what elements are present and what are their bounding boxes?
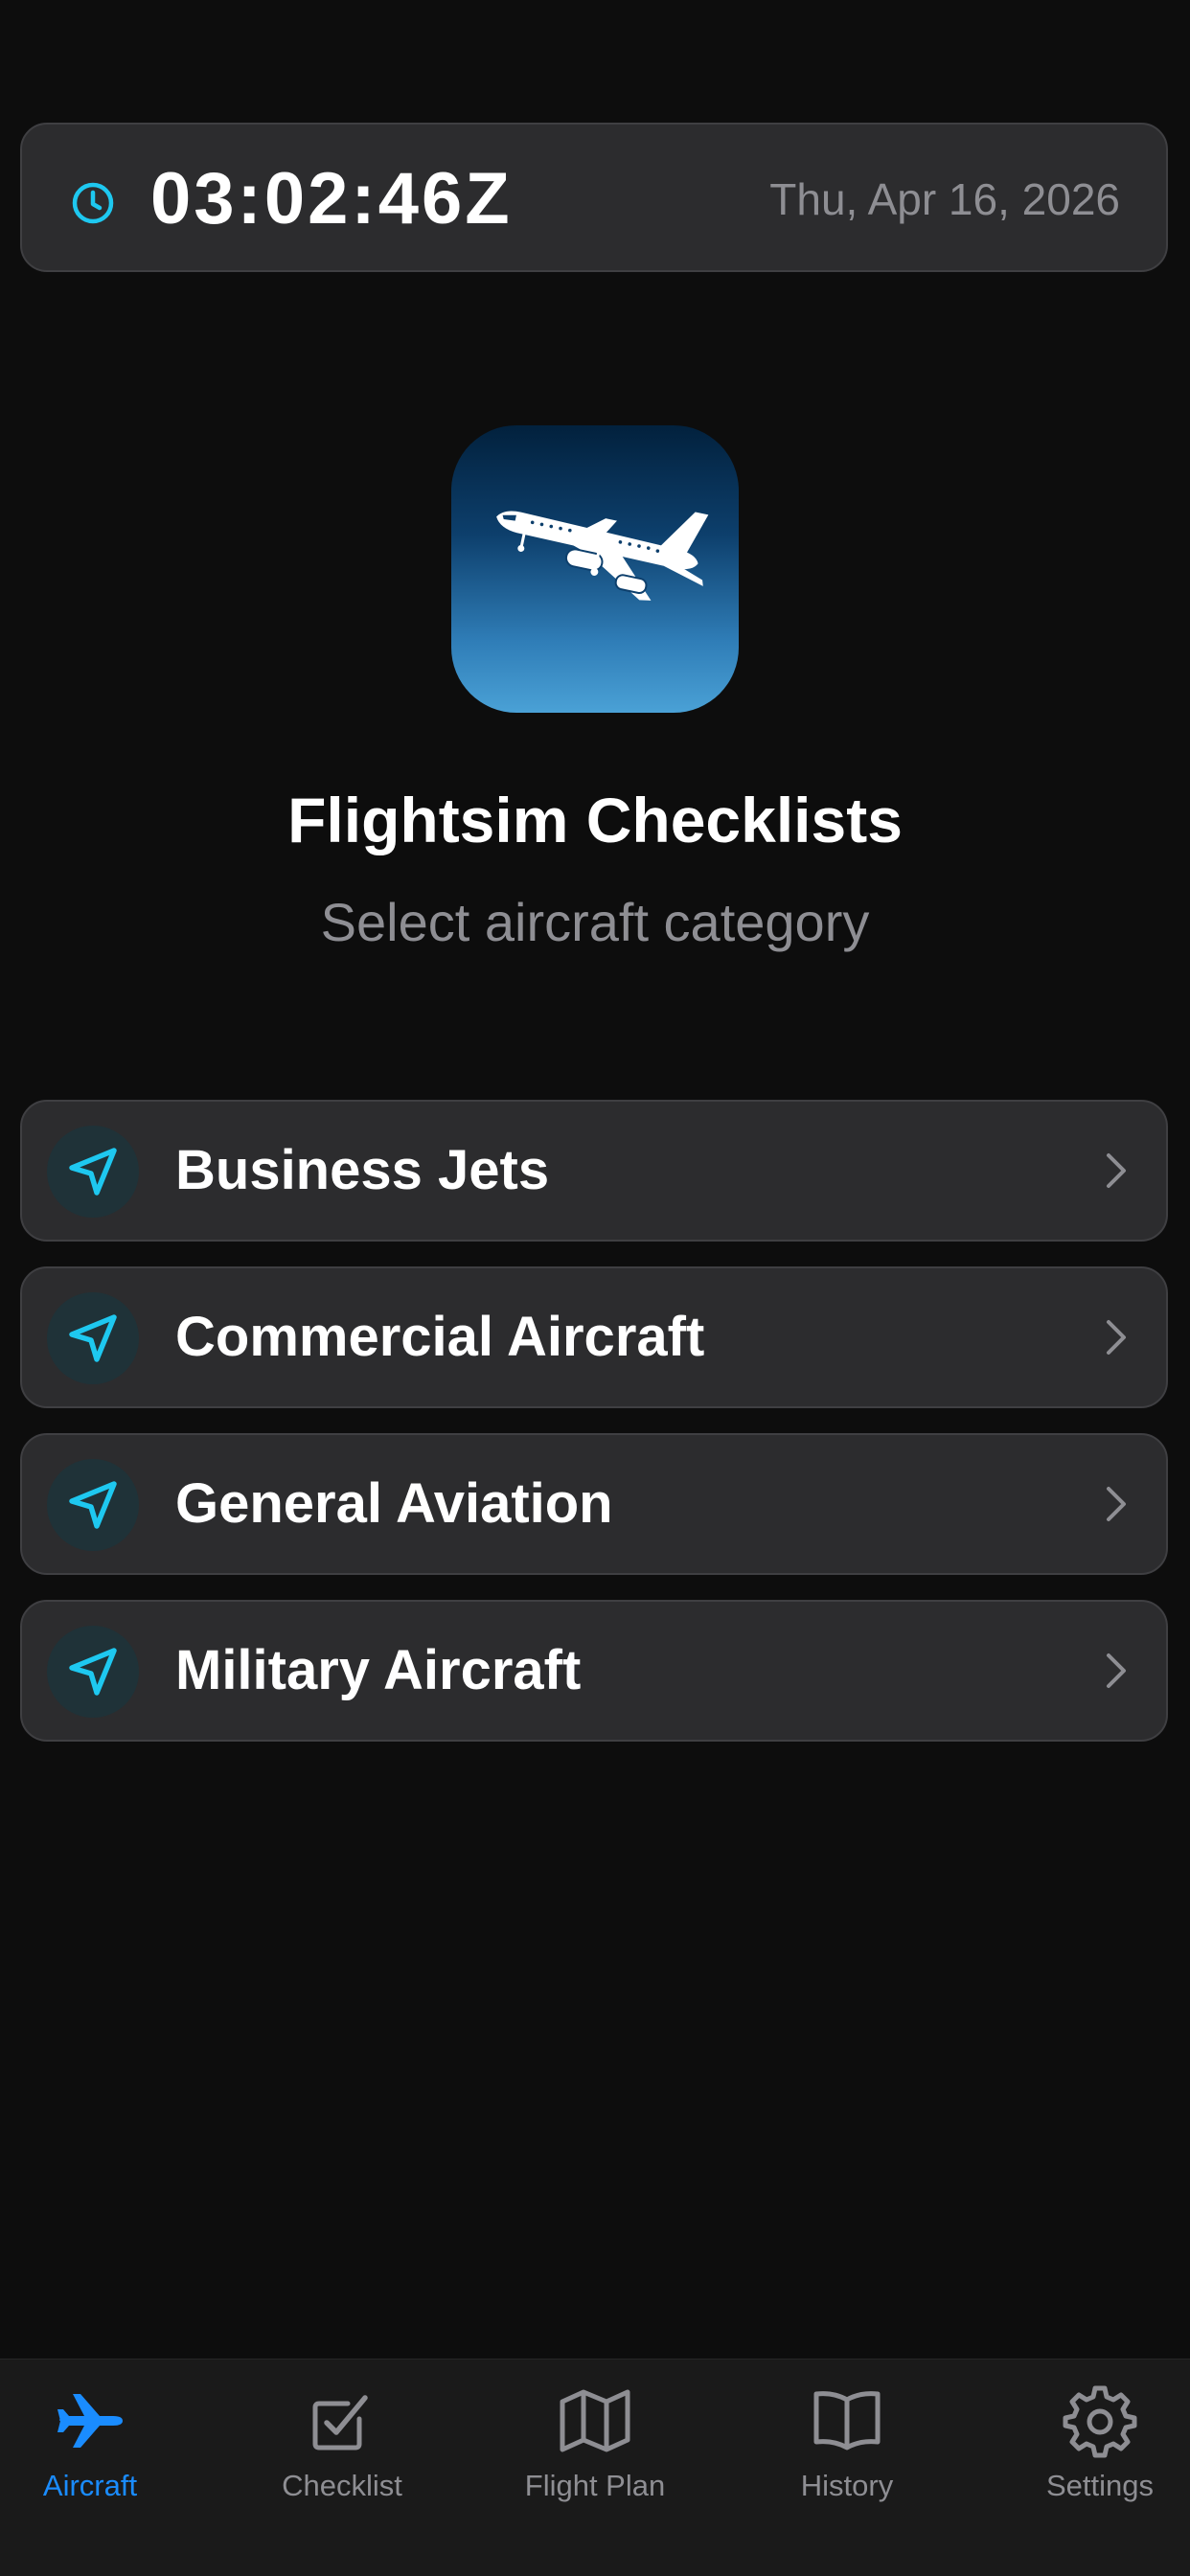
- current-date: Thu, Apr 16, 2026: [769, 174, 1120, 224]
- tab-label: History: [800, 2469, 894, 2502]
- utc-time: 03:02:46Z: [150, 158, 513, 239]
- navigation-arrow-icon: [69, 1314, 117, 1362]
- category-icon-badge: [47, 1459, 139, 1551]
- category-business-jets[interactable]: Business Jets: [20, 1100, 1168, 1242]
- tab-aircraft[interactable]: Aircraft: [0, 2359, 209, 2532]
- airplane-icon: [57, 2394, 123, 2448]
- gear-icon: [1063, 2385, 1137, 2458]
- bottom-tab-bar: Aircraft Checklist Flight Plan History S…: [0, 2359, 1190, 2576]
- category-label: Military Aircraft: [175, 1639, 582, 1701]
- app-title: Flightsim Checklists: [287, 785, 903, 855]
- tab-history[interactable]: History: [728, 2359, 966, 2532]
- map-icon: [560, 2389, 630, 2452]
- category-label: Business Jets: [175, 1139, 550, 1201]
- navigation-arrow-icon: [69, 1648, 117, 1696]
- category-icon-badge: [47, 1292, 139, 1384]
- tab-label: Aircraft: [42, 2469, 138, 2502]
- chevron-right-icon: [1107, 1653, 1126, 1688]
- app-subtitle: Select aircraft category: [320, 892, 870, 952]
- chevron-right-icon: [1107, 1487, 1126, 1521]
- chevron-right-icon: [1107, 1320, 1126, 1355]
- category-label: General Aviation: [175, 1472, 613, 1535]
- navigation-arrow-icon: [69, 1481, 117, 1529]
- app-logo: [451, 425, 739, 713]
- airplane-logo-icon: [496, 511, 709, 601]
- tab-checklist[interactable]: Checklist: [223, 2359, 461, 2532]
- checkbox-icon: [312, 2395, 368, 2451]
- aircraft-category-list: Business Jets Commercial Aircraft Genera…: [20, 1100, 1168, 1767]
- tab-settings[interactable]: Settings: [981, 2359, 1190, 2532]
- tab-label: Flight Plan: [524, 2469, 666, 2502]
- category-icon-badge: [47, 1126, 139, 1218]
- category-military-aircraft[interactable]: Military Aircraft: [20, 1600, 1168, 1742]
- tab-label: Settings: [1045, 2469, 1154, 2502]
- category-general-aviation[interactable]: General Aviation: [20, 1433, 1168, 1575]
- navigation-arrow-icon: [69, 1148, 117, 1196]
- category-label: Commercial Aircraft: [175, 1306, 705, 1368]
- tab-flight-plan[interactable]: Flight Plan: [476, 2359, 714, 2532]
- book-icon: [813, 2391, 881, 2451]
- category-commercial-aircraft[interactable]: Commercial Aircraft: [20, 1266, 1168, 1408]
- chevron-right-icon: [1107, 1153, 1126, 1188]
- category-icon-badge: [47, 1626, 139, 1718]
- utc-clock-card: 03:02:46Z Thu, Apr 16, 2026: [20, 123, 1168, 272]
- tab-label: Checklist: [282, 2469, 402, 2502]
- clock-icon: [72, 182, 114, 224]
